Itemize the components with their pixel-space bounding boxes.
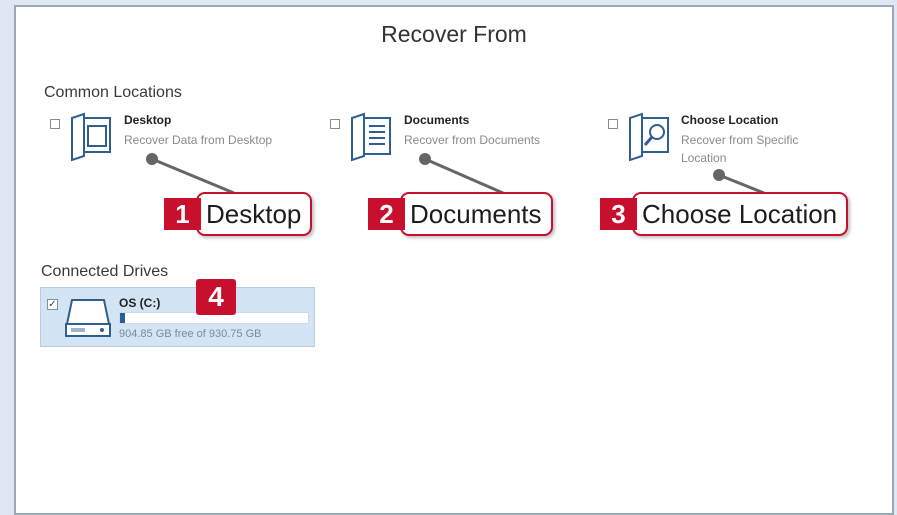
callout-2-number: 2 — [368, 198, 405, 230]
callout-3-number: 3 — [600, 198, 637, 230]
connected-drives-label: Connected Drives — [41, 263, 169, 280]
callout-3-label: Choose Location — [632, 192, 849, 236]
callout-1-label: Desktop — [196, 192, 313, 236]
callout-leaders — [146, 153, 765, 195]
hard-drive-icon — [65, 299, 111, 337]
drive-usage-fill — [120, 313, 126, 323]
callout-4-number: 4 — [196, 279, 236, 315]
leader-line-1 — [151, 157, 235, 195]
drive-name: OS (C:) — [119, 296, 161, 310]
drive-checkbox[interactable]: ✓ — [47, 299, 58, 310]
leader-line-3 — [718, 173, 765, 195]
drive-os-c[interactable]: ✓ OS (C:) 904.85 GB free of 930.75 GB — [40, 287, 315, 347]
leader-line-2 — [424, 157, 504, 195]
drive-free-space: 904.85 GB free of 930.75 GB — [119, 328, 262, 340]
callout-2-label: Documents — [400, 192, 553, 236]
callout-1-number: 1 — [164, 198, 201, 230]
